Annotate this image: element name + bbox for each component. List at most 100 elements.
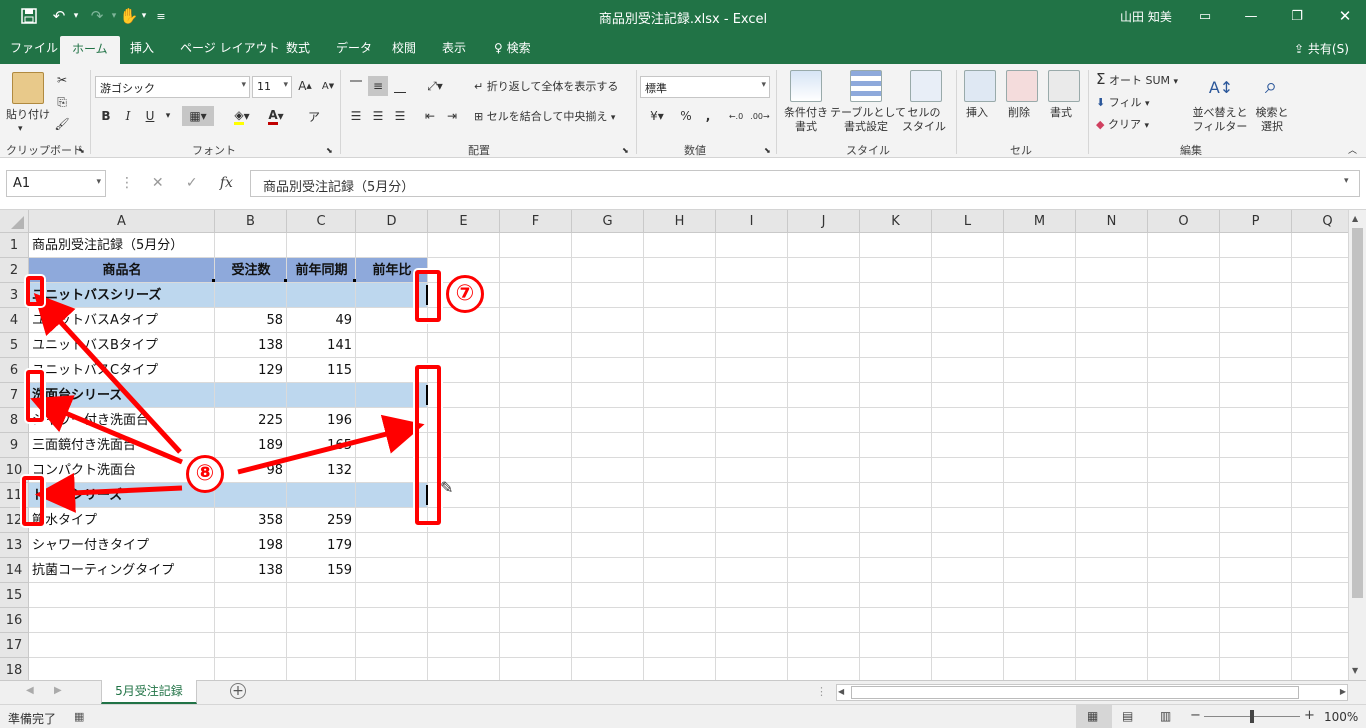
row-header[interactable]: 14 <box>0 558 29 583</box>
wrap-text-button[interactable]: ↵ 折り返して全体を表示する <box>474 80 618 94</box>
macro-record-icon[interactable]: ▦ <box>74 710 84 723</box>
delete-cells-label[interactable]: 削除 <box>1008 106 1030 120</box>
column-header[interactable]: F <box>500 210 572 233</box>
comma-style-icon[interactable]: , <box>698 106 718 126</box>
orders-cell[interactable]: 138 <box>215 558 287 583</box>
tab-insert[interactable]: 挿入 <box>130 39 154 56</box>
vertical-scrollbar[interactable]: ▲ ▼ <box>1348 210 1366 680</box>
increase-decimal-icon[interactable]: ←.0 <box>726 106 746 126</box>
column-header[interactable]: C <box>287 210 356 233</box>
product-cell[interactable]: 三面鏡付き洗面台 <box>32 433 136 458</box>
view-normal-button[interactable]: ▦ <box>1076 705 1112 728</box>
clipboard-launcher-icon[interactable]: ⬊ <box>78 144 85 158</box>
find-select-label[interactable]: 検索と 選択 <box>1252 106 1292 134</box>
decrease-decimal-icon[interactable]: .00→ <box>750 106 770 126</box>
product-cell[interactable]: ユニットバスBタイプ <box>32 333 158 358</box>
scroll-right-icon[interactable]: ▶ <box>1340 687 1346 696</box>
tab-split-handle-icon[interactable]: ⋮ <box>816 685 827 698</box>
expand-formula-icon[interactable]: ▾ <box>1344 176 1349 186</box>
grow-font-icon[interactable]: A ▲ <box>295 76 315 96</box>
product-cell[interactable]: ユニットバスCタイプ <box>32 358 158 383</box>
column-header[interactable]: E <box>428 210 500 233</box>
formula-input[interactable]: 商品別受注記録（5月分） <box>250 170 1360 197</box>
header-cell-last-year[interactable]: 前年同期 <box>287 258 356 283</box>
orders-cell[interactable]: 58 <box>215 308 287 333</box>
font-launcher-icon[interactable]: ⬊ <box>326 144 333 158</box>
column-header[interactable]: P <box>1220 210 1292 233</box>
user-name[interactable]: 山田 知美 <box>1120 8 1172 25</box>
row-header[interactable]: 6 <box>0 358 29 383</box>
copy-icon[interactable]: ⎘ <box>52 92 72 112</box>
format-as-table-label[interactable]: テーブルとして 書式設定 <box>830 106 906 134</box>
conditional-format-label[interactable]: 条件付き 書式 <box>780 106 832 134</box>
last-year-cell[interactable]: 179 <box>287 533 356 558</box>
last-year-cell[interactable]: 165 <box>287 433 356 458</box>
row-header[interactable]: 13 <box>0 533 29 558</box>
currency-icon[interactable]: ¥▾ <box>642 106 672 126</box>
row-header[interactable]: 7 <box>0 383 29 408</box>
fill-color-icon[interactable]: ◈ ▾ <box>226 106 258 126</box>
tab-file[interactable]: ファイル <box>10 39 58 56</box>
orders-cell[interactable]: 189 <box>215 433 287 458</box>
align-top-icon[interactable]: ⎺ <box>346 76 366 96</box>
tab-review[interactable]: 校閲 <box>392 39 416 56</box>
merge-center-button[interactable]: ⊞ セルを結合して中央揃え ▾ <box>474 110 615 125</box>
sort-filter-label[interactable]: 並べ替えと フィルター <box>1192 106 1248 134</box>
insert-cells-label[interactable]: 挿入 <box>966 106 988 120</box>
last-year-cell[interactable]: 49 <box>287 308 356 333</box>
row-header[interactable]: 1 <box>0 233 29 258</box>
sheet-title-cell[interactable]: 商品別受注記録（5月分） <box>32 233 183 258</box>
increase-indent-icon[interactable]: ⇥ <box>442 106 462 126</box>
category-cell[interactable]: 洗面台シリーズ <box>32 383 122 408</box>
insert-function-icon[interactable]: fx <box>220 175 233 191</box>
row-header[interactable]: 15 <box>0 583 29 608</box>
worksheet-grid[interactable]: A B C D E F G H I J K L M N O P Q 1 2 3 … <box>0 210 1348 680</box>
decrease-indent-icon[interactable]: ⇤ <box>420 106 440 126</box>
format-cells-label[interactable]: 書式 <box>1050 106 1072 120</box>
orders-cell[interactable]: 198 <box>215 533 287 558</box>
close-icon[interactable]: ✕ <box>1330 4 1360 28</box>
column-header[interactable]: Q <box>1292 210 1348 233</box>
product-cell[interactable]: コンパクト洗面台 <box>32 458 136 483</box>
ribbon-display-icon[interactable]: ▭ <box>1190 4 1220 28</box>
number-format-combo[interactable]: 標準 ▾ <box>640 76 770 98</box>
sort-filter-icon[interactable]: A↕ <box>1206 72 1236 102</box>
font-color-icon[interactable]: A ▾ <box>260 106 292 126</box>
column-header[interactable]: N <box>1076 210 1148 233</box>
restore-icon[interactable]: ❐ <box>1282 4 1312 28</box>
clear-button[interactable]: ◆ クリア ▾ <box>1096 118 1149 133</box>
category-cell[interactable]: トイレシリーズ <box>32 483 122 508</box>
format-cells-icon[interactable] <box>1048 70 1080 102</box>
row-header[interactable]: 2 <box>0 258 29 283</box>
fill-button[interactable]: ⬇ フィル ▾ <box>1096 96 1150 111</box>
paste-label[interactable]: 貼り付け <box>6 108 50 122</box>
row-header[interactable]: 3 <box>0 283 29 308</box>
cell-styles-icon[interactable] <box>910 70 942 102</box>
format-painter-icon[interactable]: 🖌 <box>52 114 72 134</box>
tab-data[interactable]: データ <box>336 39 372 56</box>
phonetic-icon[interactable]: ア <box>304 106 324 126</box>
product-cell[interactable]: シャワー付きタイプ <box>32 533 149 558</box>
number-launcher-icon[interactable]: ⬊ <box>764 144 771 158</box>
cancel-icon[interactable]: ✕ <box>152 175 164 191</box>
column-header[interactable]: K <box>860 210 932 233</box>
orders-cell[interactable]: 358 <box>215 508 287 533</box>
underline-button[interactable]: U <box>140 106 160 126</box>
prev-sheet-icon[interactable]: ◀ <box>26 685 34 696</box>
scroll-left-icon[interactable]: ◀ <box>838 687 844 696</box>
orders-cell[interactable]: 138 <box>215 333 287 358</box>
column-header[interactable]: G <box>572 210 644 233</box>
column-header[interactable]: A <box>29 210 215 233</box>
zoom-slider-thumb[interactable] <box>1250 710 1254 723</box>
row-header[interactable]: 17 <box>0 633 29 658</box>
font-size-combo[interactable]: 11 ▾ <box>252 76 292 98</box>
column-header[interactable]: D <box>356 210 428 233</box>
page-layout-view-icon[interactable]: ▤ <box>1122 709 1133 723</box>
scroll-thumb[interactable] <box>1352 228 1363 598</box>
column-header[interactable]: B <box>215 210 287 233</box>
zoom-out-icon[interactable]: − <box>1190 708 1201 723</box>
share-button[interactable]: ⇪ 共有(S) <box>1294 40 1349 57</box>
zoom-level[interactable]: 100% <box>1324 710 1358 724</box>
paste-icon[interactable] <box>12 72 44 104</box>
tab-tell-me[interactable]: ♀ 検索 <box>494 39 531 56</box>
